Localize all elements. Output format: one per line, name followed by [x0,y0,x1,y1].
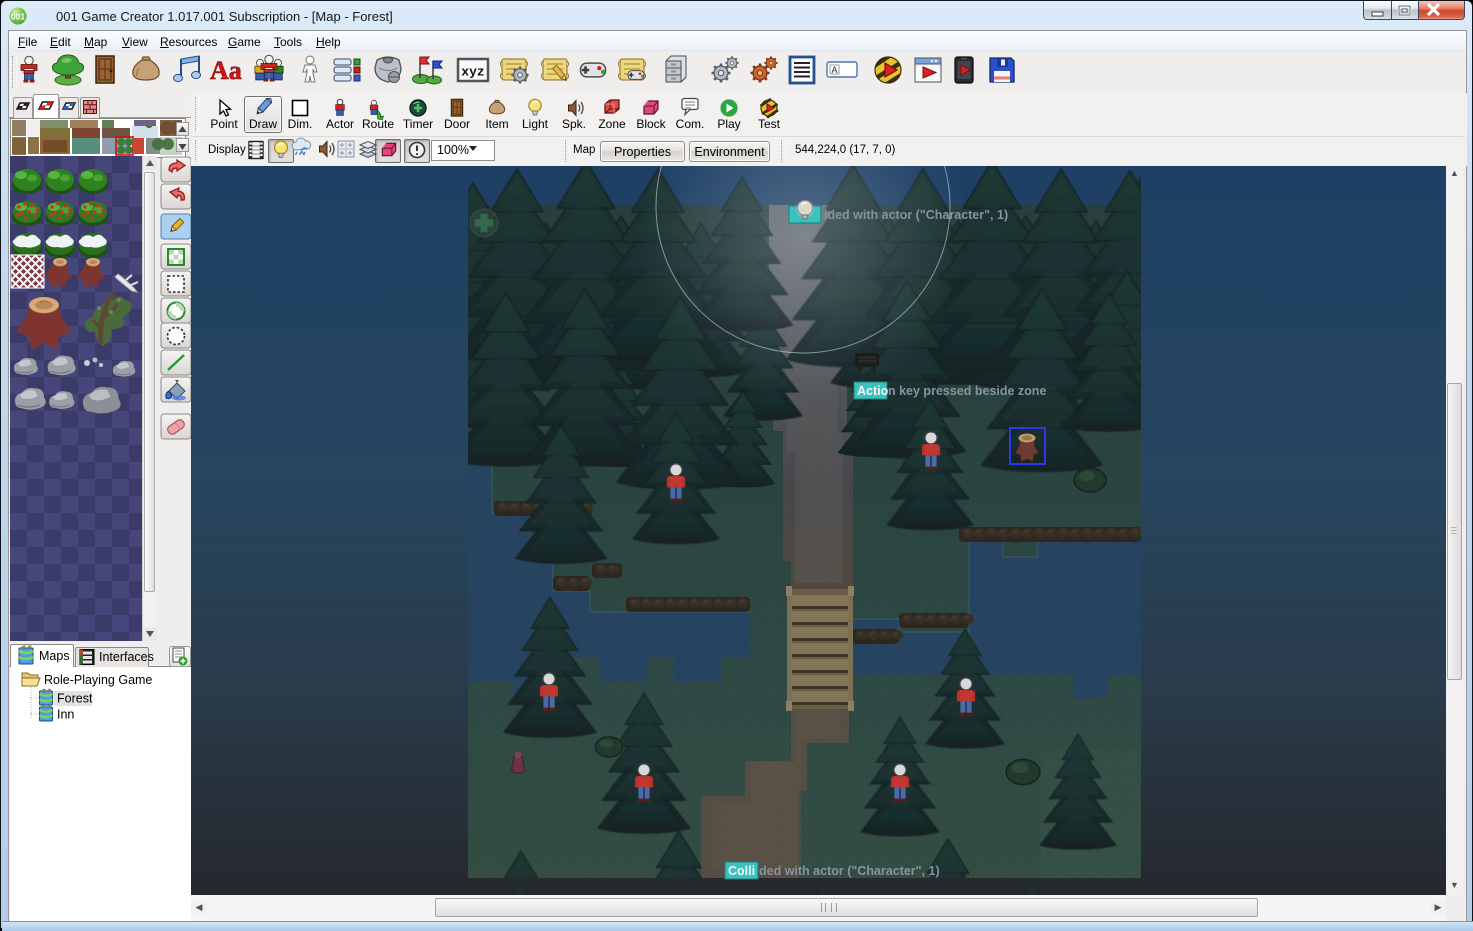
svg-text:A: A [832,65,838,75]
svg-text:ided with actor ("Character",: ided with actor ("Character", 1) [824,208,1008,222]
svg-text:Role-Playing Game: Role-Playing Game [44,673,152,687]
svg-text:Aa: Aa [210,56,242,85]
svg-text:Inn: Inn [57,708,74,722]
svg-text:Actio: Actio [857,384,889,398]
svg-text:Colli: Colli [728,864,755,878]
svg-text:001: 001 [11,12,25,22]
svg-text:ded with actor ("Character", 1: ded with actor ("Character", 1) [759,864,940,878]
svg-text:Forest: Forest [57,692,93,706]
svg-text:n key pressed beside zone: n key pressed beside zone [888,384,1046,398]
svg-text:xyz: xyz [461,65,484,80]
